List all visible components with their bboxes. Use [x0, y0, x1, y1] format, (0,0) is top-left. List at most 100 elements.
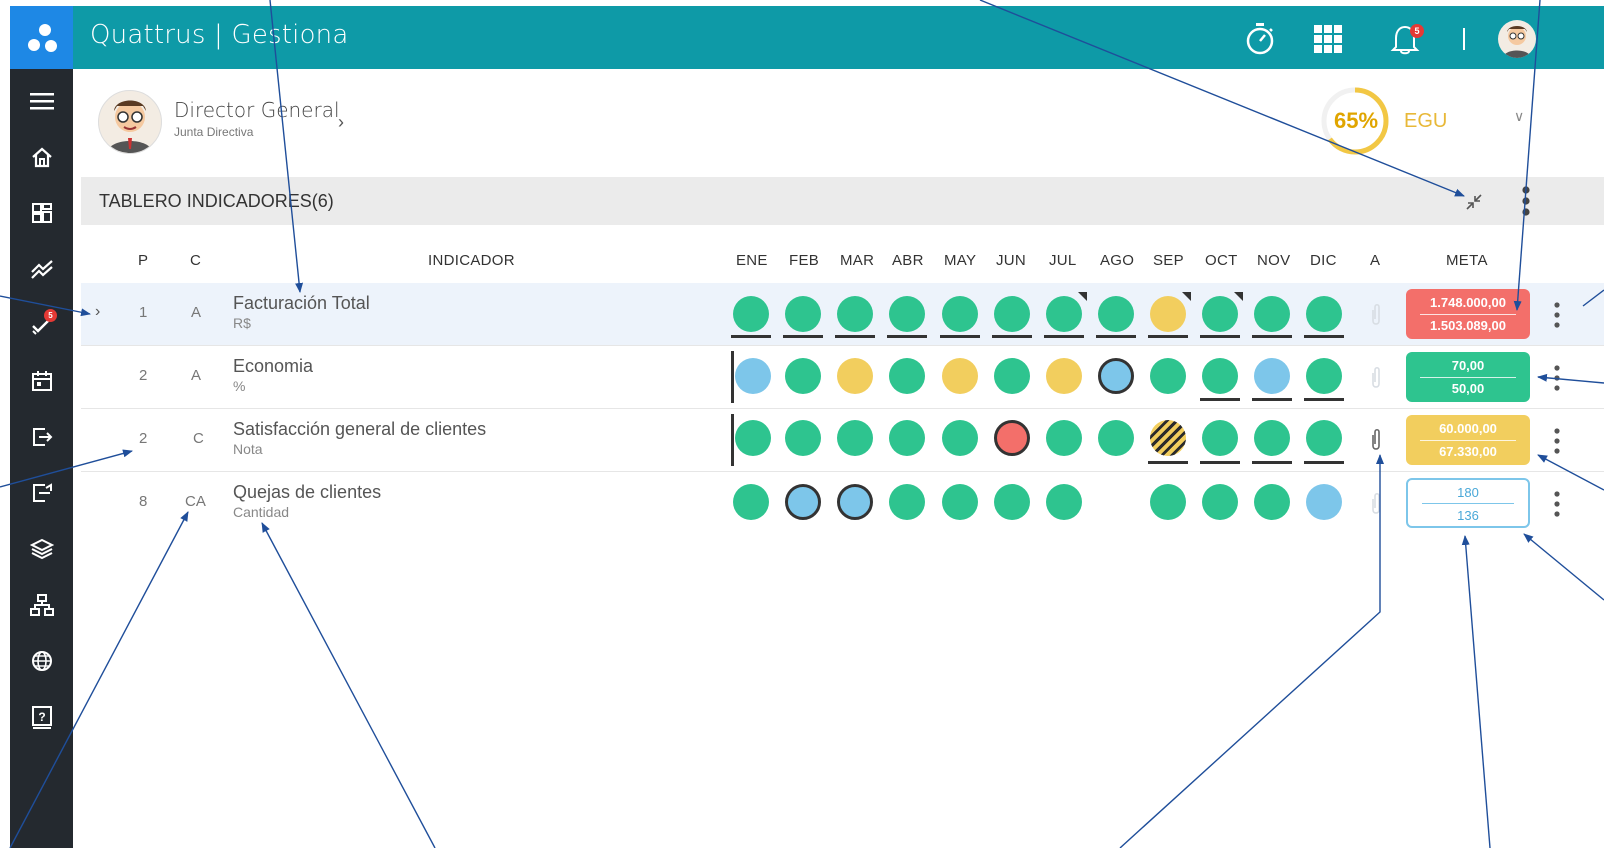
login-icon[interactable]: [28, 423, 56, 451]
trend-icon[interactable]: [28, 255, 56, 283]
meta-badge[interactable]: 180 136: [1406, 478, 1530, 528]
month-status-dot[interactable]: [1306, 420, 1342, 456]
month-status-dot[interactable]: [1254, 296, 1290, 332]
help-icon[interactable]: ?: [28, 703, 56, 731]
app-logo[interactable]: [10, 6, 73, 69]
month-status-dot[interactable]: [1306, 296, 1342, 332]
indicator-row[interactable]: 8 CA Quejas de clientes Cantidad 180 136: [81, 472, 1604, 534]
month-status-dot[interactable]: [1150, 484, 1186, 520]
timer-icon[interactable]: [1243, 22, 1277, 56]
month-status-dot[interactable]: [994, 484, 1030, 520]
month-status-dot[interactable]: [889, 420, 925, 456]
row-more-icon[interactable]: [1553, 364, 1561, 392]
month-status-dot[interactable]: [785, 484, 821, 520]
month-status-dot[interactable]: [733, 296, 769, 332]
month-status-dot[interactable]: [994, 358, 1030, 394]
profile-avatar[interactable]: [98, 90, 162, 154]
month-status-dot[interactable]: [785, 296, 821, 332]
chevron-down-icon[interactable]: ∨: [1514, 108, 1524, 125]
month-status-dot[interactable]: [942, 296, 978, 332]
month-status-dot[interactable]: [733, 484, 769, 520]
month-status-dot[interactable]: [942, 358, 978, 394]
period-start-bar: [731, 414, 734, 466]
meta-badge[interactable]: 60.000,00 67.330,00: [1406, 415, 1530, 465]
month-status-dot[interactable]: [1254, 358, 1290, 394]
indicator-name[interactable]: Satisfacción general de clientes: [233, 419, 486, 440]
row-more-icon[interactable]: [1553, 427, 1561, 455]
month-status-dot[interactable]: [1046, 358, 1082, 394]
meta-badge[interactable]: 70,00 50,00: [1406, 352, 1530, 402]
month-status-dot[interactable]: [1098, 420, 1134, 456]
tasks-icon[interactable]: 5: [28, 309, 57, 339]
user-avatar[interactable]: [1498, 20, 1536, 58]
month-status-dot[interactable]: [1046, 296, 1082, 332]
month-status-dot[interactable]: [942, 484, 978, 520]
month-status-dot[interactable]: [1254, 484, 1290, 520]
month-status-dot[interactable]: [1150, 420, 1186, 456]
profile-name: Director General: [174, 98, 340, 122]
month-status-dot[interactable]: [889, 484, 925, 520]
month-status-dot[interactable]: [735, 420, 771, 456]
collapse-icon[interactable]: [1461, 189, 1487, 215]
row-more-icon[interactable]: [1553, 490, 1561, 518]
month-status-dot[interactable]: [1306, 484, 1342, 520]
month-status-dot[interactable]: [1202, 358, 1238, 394]
board-title: TABLERO INDICADORES(6): [99, 191, 334, 211]
indicator-row[interactable]: 2 A Economia % 70,00 50,00: [81, 346, 1604, 409]
chevron-right-icon[interactable]: ›: [338, 112, 344, 133]
attachment-icon[interactable]: [1369, 302, 1383, 328]
month-status-dot[interactable]: [994, 296, 1030, 332]
month-status-dot[interactable]: [837, 296, 873, 332]
month-status-dot[interactable]: [837, 420, 873, 456]
indicator-name[interactable]: Facturación Total: [233, 293, 370, 314]
header-month: OCT: [1205, 252, 1238, 269]
month-status-dot[interactable]: [1098, 358, 1134, 394]
month-status-dot[interactable]: [1202, 420, 1238, 456]
meta-badge[interactable]: 1.748.000,00 1.503.089,00: [1406, 289, 1530, 339]
meta-divider: [1420, 440, 1516, 441]
month-status-dot[interactable]: [1150, 296, 1186, 332]
attachment-icon[interactable]: [1369, 491, 1383, 517]
underline-mark: [887, 335, 927, 338]
month-status-dot[interactable]: [889, 296, 925, 332]
globe-icon[interactable]: [28, 647, 56, 675]
month-status-dot[interactable]: [1150, 358, 1186, 394]
month-status-dot[interactable]: [994, 420, 1030, 456]
attachment-icon[interactable]: [1369, 427, 1383, 453]
month-status-dot[interactable]: [1202, 484, 1238, 520]
menu-icon[interactable]: [28, 87, 56, 115]
month-status-dot[interactable]: [942, 420, 978, 456]
month-status-dot[interactable]: [889, 358, 925, 394]
month-status-dot[interactable]: [837, 358, 873, 394]
header-p: P: [138, 252, 149, 269]
board-more-icon[interactable]: [1519, 185, 1533, 217]
indicator-row[interactable]: 2 C Satisfacción general de clientes Not…: [81, 409, 1604, 472]
month-status-dot[interactable]: [1046, 484, 1082, 520]
row-more-icon[interactable]: [1553, 301, 1561, 329]
layers-icon[interactable]: [28, 535, 56, 563]
org-chart-icon[interactable]: [28, 591, 56, 619]
dashboard-icon[interactable]: [28, 199, 56, 227]
notifications-bell-icon[interactable]: 5: [1388, 22, 1424, 56]
month-status-dot[interactable]: [1306, 358, 1342, 394]
month-status-dot[interactable]: [785, 420, 821, 456]
month-status-dot[interactable]: [785, 358, 821, 394]
apps-grid-icon[interactable]: [1311, 22, 1345, 56]
month-status-dot[interactable]: [1098, 296, 1134, 332]
export-icon[interactable]: [28, 479, 56, 507]
month-status-dot[interactable]: [1046, 420, 1082, 456]
calendar-icon[interactable]: [28, 367, 56, 395]
indicator-name[interactable]: Quejas de clientes: [233, 482, 381, 503]
home-icon[interactable]: [28, 143, 56, 171]
expand-row-icon[interactable]: ›: [95, 303, 100, 321]
month-status-dot[interactable]: [735, 358, 771, 394]
month-status-dot[interactable]: [1254, 420, 1290, 456]
classification: A: [191, 367, 202, 384]
indicator-name[interactable]: Economia: [233, 356, 313, 377]
month-status-dot[interactable]: [837, 484, 873, 520]
month-status-dot[interactable]: [1202, 296, 1238, 332]
meta-actual: 67.330,00: [1439, 444, 1497, 459]
underline-mark: [731, 335, 771, 338]
indicator-row[interactable]: › 1 A Facturación Total R$ 1.748.000,00 …: [81, 283, 1604, 346]
attachment-icon[interactable]: [1369, 365, 1383, 391]
